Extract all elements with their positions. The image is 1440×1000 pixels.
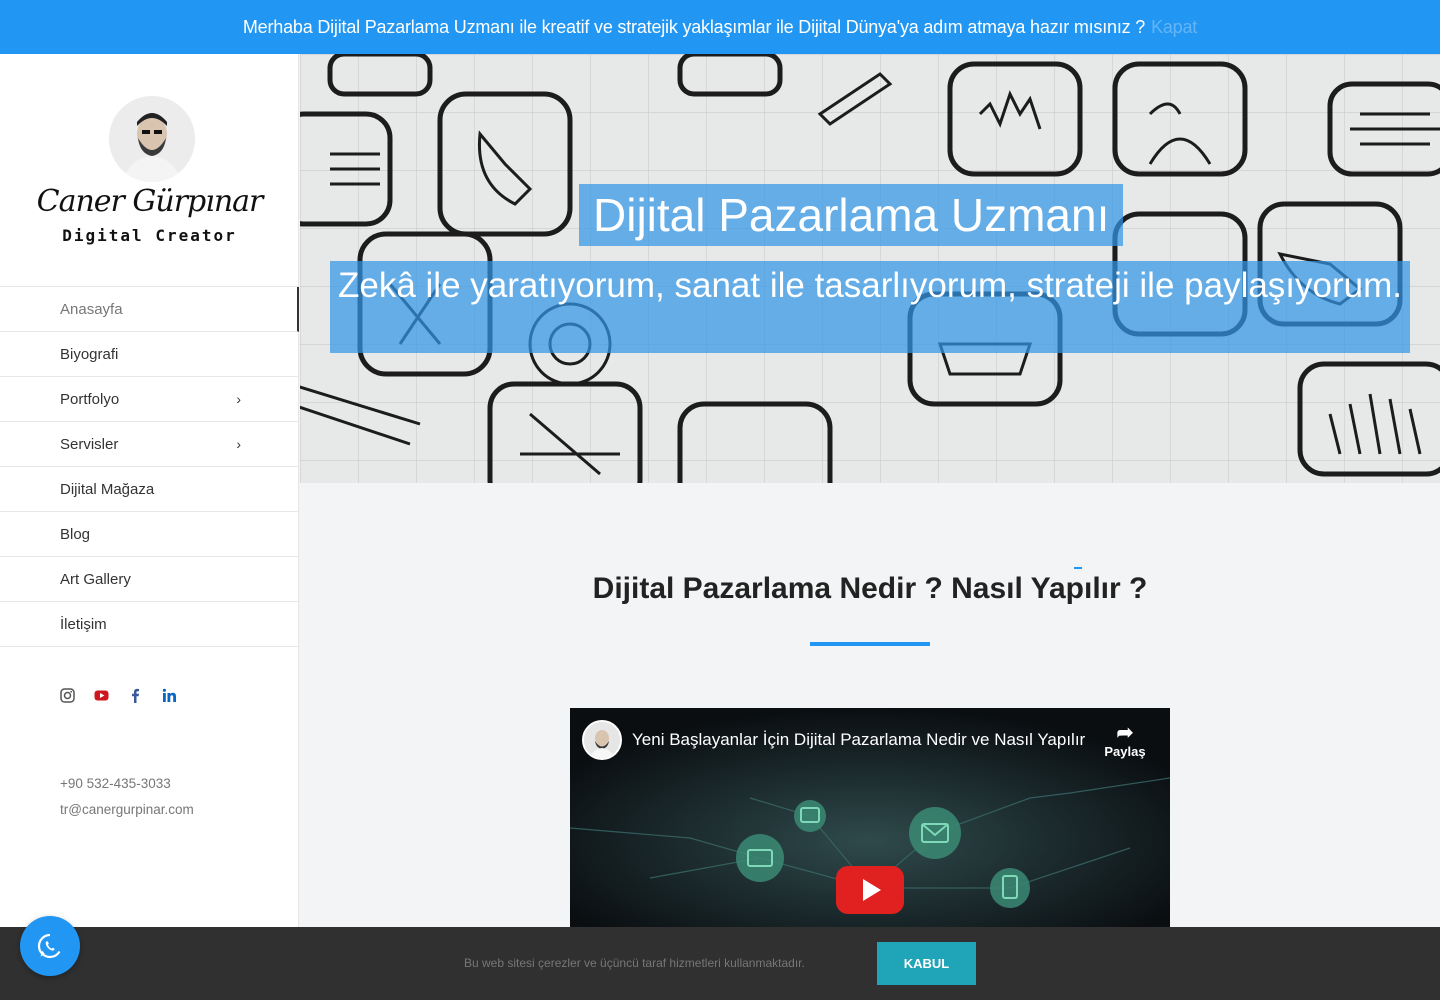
video-title[interactable]: Yeni Başlayanlar İçin Dijital Pazarlama … xyxy=(632,730,1092,750)
instagram-icon[interactable] xyxy=(60,688,75,703)
nav-item-anasayfa[interactable]: Anasayfa xyxy=(0,287,299,332)
cookie-text: Bu web sitesi çerezler ve üçüncü taraf h… xyxy=(464,956,805,970)
play-button[interactable] xyxy=(836,866,904,914)
facebook-icon[interactable] xyxy=(128,688,143,703)
notification-message: Merhaba Dijital Pazarlama Uzmanı ile kre… xyxy=(242,16,1146,37)
whatsapp-icon xyxy=(37,933,61,959)
sidebar-nav: Anasayfa Biyografi Portfolyo › Servisler… xyxy=(0,286,299,647)
nav-item-label: İletişim xyxy=(60,615,107,633)
hero-banner: Dijital Pazarlama Uzmanı Zekâ ile yaratı… xyxy=(300,54,1440,483)
section-title: Dijital Pazarlama Nedir ? Nasıl Yapılır … xyxy=(592,572,1148,605)
youtube-video-embed[interactable]: Yeni Başlayanlar İçin Dijital Pazarlama … xyxy=(570,708,1170,930)
contact-phone[interactable]: +90 532-435-3033 xyxy=(60,771,194,797)
notification-bar: Merhaba Dijital Pazarlama Uzmanı ile kre… xyxy=(0,0,1440,54)
nav-item-label: Servisler xyxy=(60,435,119,453)
nav-item-blog[interactable]: Blog xyxy=(0,512,299,557)
share-arrow-icon: ➦ xyxy=(1116,722,1134,744)
hero-subtitle: Zekâ ile yaratıyorum, sanat ile tasarlıy… xyxy=(330,261,1410,353)
youtube-icon[interactable] xyxy=(94,688,109,703)
nav-item-label: Blog xyxy=(60,525,91,543)
channel-avatar[interactable] xyxy=(582,720,622,760)
nav-item-label: Biyografi xyxy=(60,345,119,363)
cookie-accept-button[interactable]: KABUL xyxy=(877,942,976,985)
nav-item-art-gallery[interactable]: Art Gallery xyxy=(0,557,299,602)
brand-signature[interactable]: Caner Gürpınar xyxy=(0,184,299,219)
avatar[interactable] xyxy=(109,96,195,182)
linkedin-icon[interactable] xyxy=(162,688,177,703)
chevron-right-icon: › xyxy=(236,391,241,407)
chevron-right-icon: › xyxy=(236,436,241,452)
sidebar: Caner Gürpınar Digital Creator Anasayfa … xyxy=(0,54,299,1000)
contact-info: +90 532-435-3033 tr@canergurpinar.com xyxy=(60,771,194,823)
nav-item-dijital-magaza[interactable]: Dijital Mağaza xyxy=(0,467,299,512)
nav-item-label: Portfolyo xyxy=(60,390,120,408)
cookie-bar: Bu web sitesi çerezler ve üçüncü taraf h… xyxy=(0,927,1440,1000)
channel-avatar-icon xyxy=(584,722,620,758)
notification-close-link[interactable]: Kapat xyxy=(1151,17,1197,38)
avatar-portrait-icon xyxy=(109,96,195,182)
contact-email[interactable]: tr@canergurpinar.com xyxy=(60,797,194,823)
whatsapp-button[interactable] xyxy=(20,916,80,976)
nav-item-label: Art Gallery xyxy=(60,570,131,588)
nav-item-label: Dijital Mağaza xyxy=(60,480,155,498)
decorative-dash xyxy=(1074,567,1082,569)
brand-subtitle: Digital Creator xyxy=(62,226,237,245)
nav-item-servisler[interactable]: Servisler › xyxy=(0,422,299,467)
nav-item-iletisim[interactable]: İletişim xyxy=(0,602,299,647)
title-underline xyxy=(810,642,930,646)
share-button[interactable]: ➦ Paylaş xyxy=(1100,722,1150,759)
nav-item-portfolyo[interactable]: Portfolyo › xyxy=(0,377,299,422)
nav-item-biyografi[interactable]: Biyografi xyxy=(0,332,299,377)
nav-item-label: Anasayfa xyxy=(60,300,123,318)
share-label: Paylaş xyxy=(1104,744,1146,759)
social-links xyxy=(60,688,177,703)
hero-title: Dijital Pazarlama Uzmanı xyxy=(579,184,1124,246)
